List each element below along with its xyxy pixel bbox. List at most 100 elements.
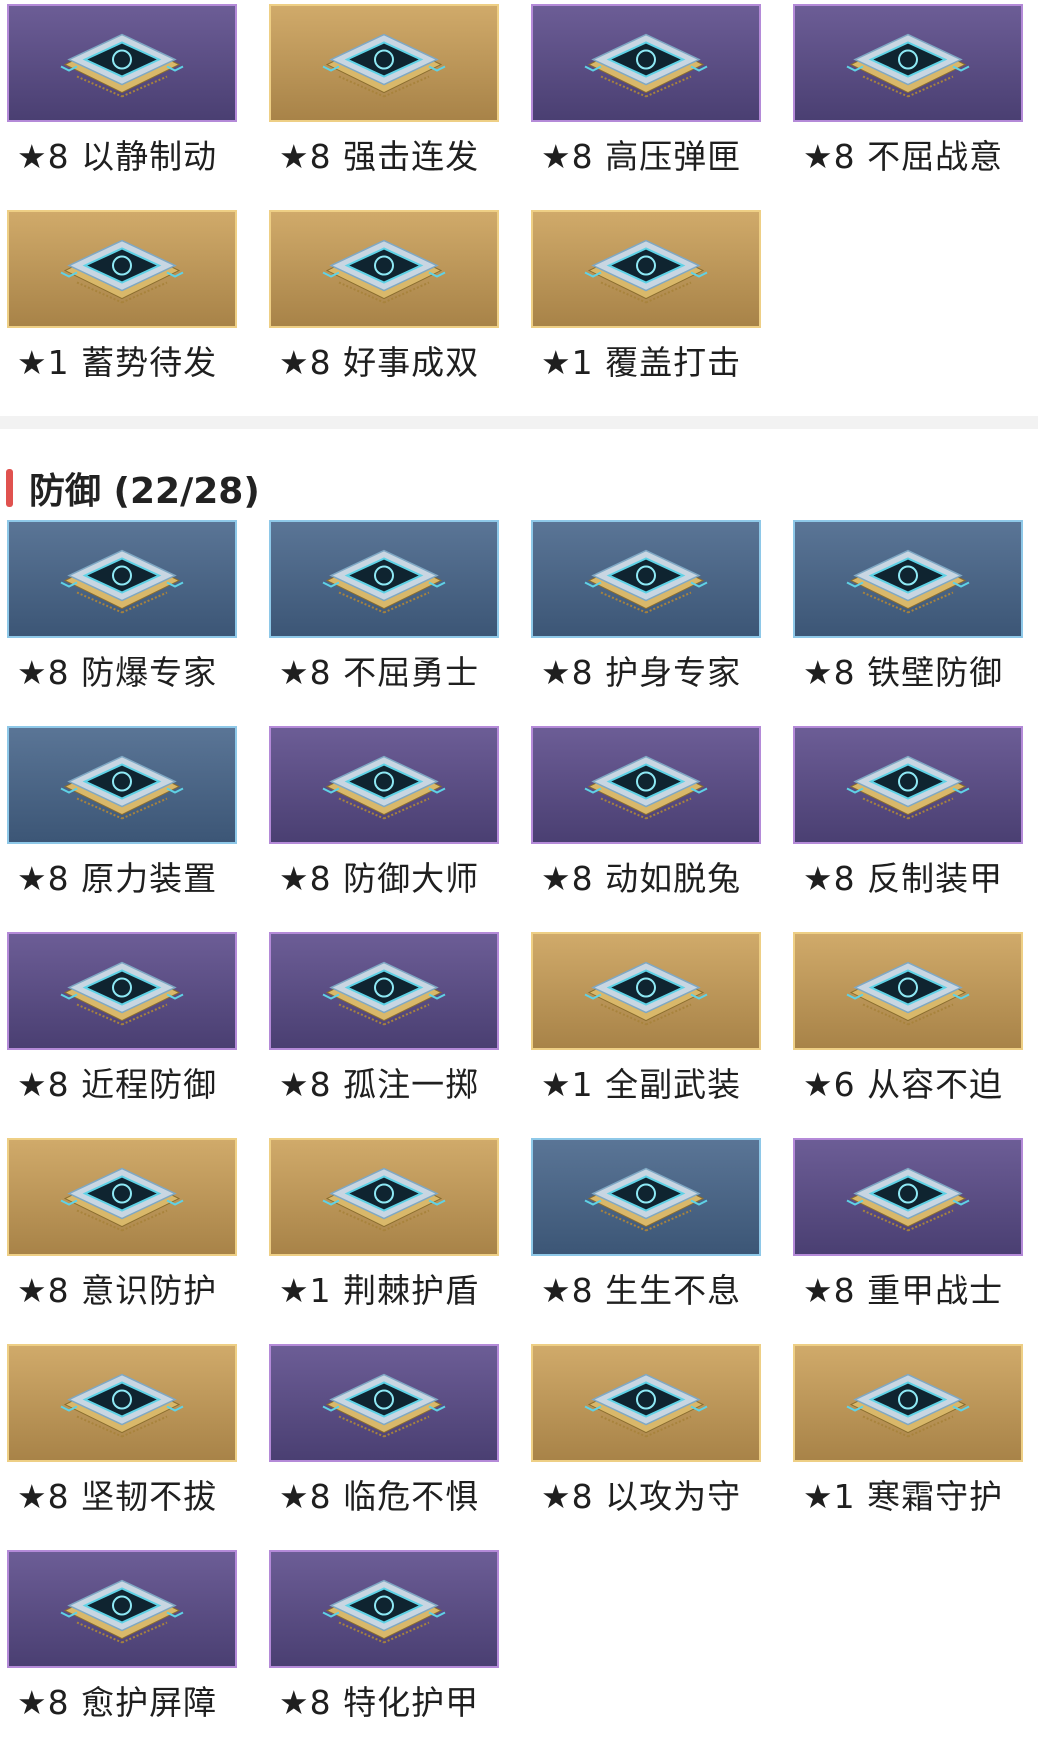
item-card[interactable]: ★8 重甲战士 [793,1138,1023,1344]
item-card[interactable]: ★8 防御大师 [269,726,499,932]
regen-heart-icon [584,1167,708,1232]
item-card[interactable]: ★8 以静制动 [7,4,237,210]
item-label: ★8 不屈战意 [803,137,1004,176]
item-tile[interactable] [793,726,1023,844]
attack-item-grid: ★8 以静制动 ★8 强击连发 ★8 高压弹匣 ★8 不屈战意 ★1 蓄势待发 ★8 好事… [7,4,1023,416]
item-card[interactable]: ★1 覆盖打击 [531,210,761,416]
item-tile[interactable] [269,520,499,638]
shield-hand-icon [60,961,184,1026]
helmet-icon [322,755,446,820]
item-label: ★1 荆棘护盾 [279,1271,480,1310]
armor-icon [846,755,970,820]
item-tile[interactable] [531,210,761,328]
item-tile[interactable] [7,1138,237,1256]
heart-ring-icon [322,549,446,614]
item-tile[interactable] [7,1344,237,1462]
section-accent-bar [6,469,13,507]
item-label: ★8 强击连发 [279,137,480,176]
item-tile[interactable] [269,932,499,1050]
soldier-icon [584,239,708,304]
item-tile[interactable] [7,520,237,638]
barrier-icon [846,549,970,614]
item-label: ★8 高压弹匣 [541,137,742,176]
item-label: ★8 防御大师 [279,859,480,898]
item-card[interactable]: ★8 坚韧不拔 [7,1344,237,1550]
item-card[interactable]: ★6 从容不迫 [793,932,1023,1138]
section-header-defense: 防御 (22/28) [6,466,260,512]
force-device-icon [60,755,184,820]
item-label: ★8 意识防护 [17,1271,218,1310]
item-tile[interactable] [793,932,1023,1050]
special-armor-icon [322,1579,446,1644]
item-card[interactable]: ★1 蓄势待发 [7,210,237,416]
item-card[interactable]: ★8 特化护甲 [269,1550,499,1756]
item-tile[interactable] [7,1550,237,1668]
heal-barrier-icon [60,1579,184,1644]
item-tile[interactable] [531,1344,761,1462]
item-label: ★8 动如脱兔 [541,859,742,898]
item-card[interactable]: ★8 护身专家 [531,520,761,726]
item-card[interactable]: ★8 不屈勇士 [269,520,499,726]
item-tile[interactable] [7,210,237,328]
full-gear-icon [584,961,708,1026]
section-divider [0,416,1038,429]
item-tile[interactable] [7,932,237,1050]
blast-shield-icon [60,549,184,614]
item-card[interactable]: ★1 全副武装 [531,932,761,1138]
item-label: ★8 近程防御 [17,1065,218,1104]
item-tile[interactable] [7,726,237,844]
item-card[interactable]: ★8 临危不惧 [269,1344,499,1550]
item-tile[interactable] [531,520,761,638]
item-label: ★8 好事成双 [279,343,480,382]
item-label: ★8 铁壁防御 [803,653,1004,692]
item-label: ★8 不屈勇士 [279,653,480,692]
ornate-seal-icon [60,33,184,98]
item-tile[interactable] [531,1138,761,1256]
item-tile[interactable] [531,726,761,844]
item-card[interactable]: ★8 强击连发 [269,4,499,210]
item-card[interactable]: ★8 不屈战意 [793,4,1023,210]
item-tile[interactable] [531,932,761,1050]
item-card[interactable]: ★8 防爆专家 [7,520,237,726]
dice-icon [322,961,446,1026]
item-card[interactable]: ★8 愈护屏障 [7,1550,237,1756]
item-tile[interactable] [793,4,1023,122]
item-card[interactable]: ★8 好事成双 [269,210,499,416]
heart-icon [584,549,708,614]
double-arrow-icon [322,239,446,304]
item-card[interactable]: ★8 生生不息 [531,1138,761,1344]
item-card[interactable]: ★8 原力装置 [7,726,237,932]
fist-icon [60,1373,184,1438]
mind-shield-icon [60,1167,184,1232]
item-tile[interactable] [793,1138,1023,1256]
item-card[interactable]: ★8 动如脱兔 [531,726,761,932]
item-card[interactable]: ★8 高压弹匣 [531,4,761,210]
item-tile[interactable] [269,1138,499,1256]
counter-icon [584,1373,708,1438]
item-label: ★8 反制装甲 [803,859,1004,898]
item-tile[interactable] [269,4,499,122]
item-label: ★8 生生不息 [541,1271,742,1310]
item-tile[interactable] [793,1344,1023,1462]
item-card[interactable]: ★1 寒霜守护 [793,1344,1023,1550]
item-tile[interactable] [531,4,761,122]
item-tile[interactable] [269,726,499,844]
item-tile[interactable] [7,4,237,122]
heavy-armor-icon [846,1167,970,1232]
item-tile[interactable] [269,210,499,328]
item-card[interactable]: ★8 孤注一掷 [269,932,499,1138]
item-label: ★8 以攻为守 [541,1477,742,1516]
item-card[interactable]: ★8 以攻为守 [531,1344,761,1550]
section-title: 防御 (22/28) [29,471,260,512]
item-label: ★6 从容不迫 [803,1065,1004,1104]
frost-shield-icon [846,1373,970,1438]
item-tile[interactable] [269,1550,499,1668]
item-tile[interactable] [269,1344,499,1462]
item-card[interactable]: ★8 近程防御 [7,932,237,1138]
item-card[interactable]: ★8 意识防护 [7,1138,237,1344]
item-tile[interactable] [793,520,1023,638]
item-card[interactable]: ★1 荆棘护盾 [269,1138,499,1344]
item-label: ★8 愈护屏障 [17,1683,218,1722]
item-card[interactable]: ★8 反制装甲 [793,726,1023,932]
item-card[interactable]: ★8 铁壁防御 [793,520,1023,726]
